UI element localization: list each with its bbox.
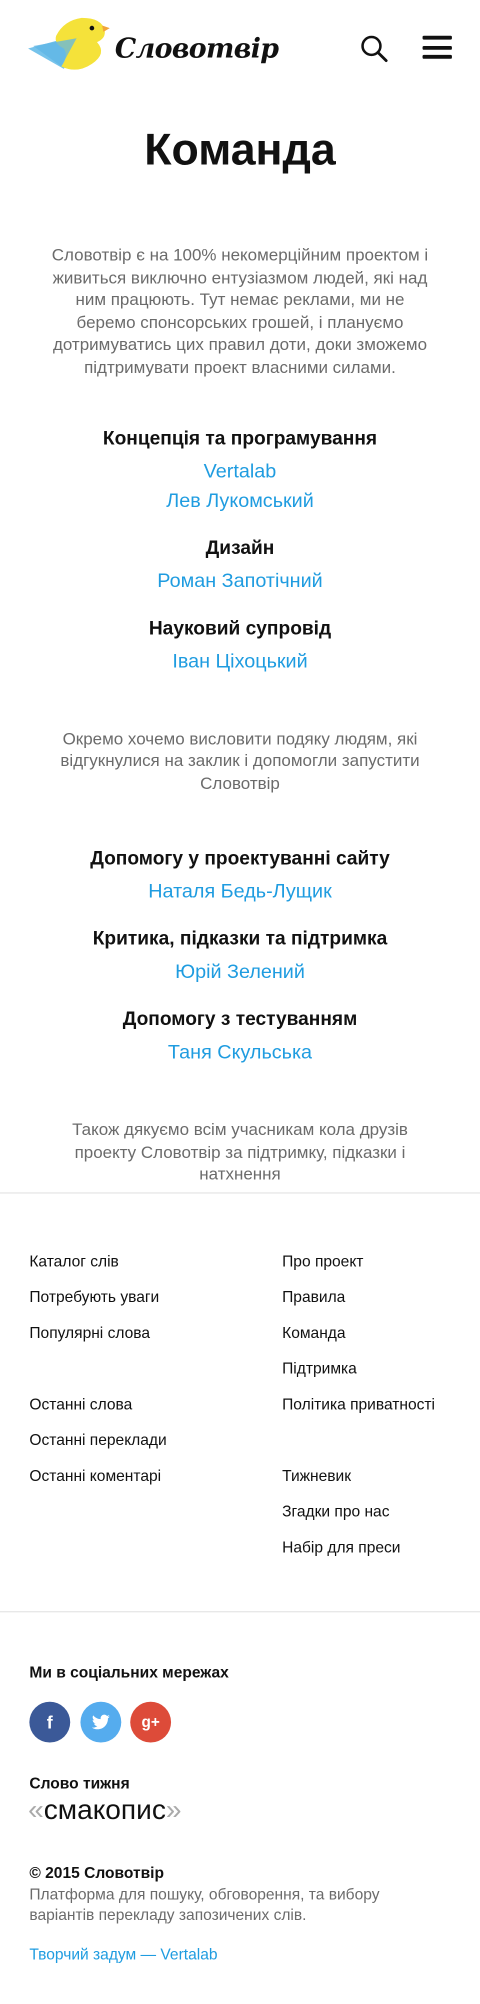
footer-link[interactable]: Підтримка bbox=[282, 1351, 435, 1387]
thanks-intro: Окремо хочемо висловити подяку людям, як… bbox=[60, 728, 420, 793]
role-title: Дизайн bbox=[205, 536, 275, 559]
tagline: Платформа для пошуку, обговорення, та ви… bbox=[29, 1885, 380, 1924]
credit-link[interactable]: Творчий задум — Vertalab bbox=[29, 1946, 217, 1964]
person-link[interactable]: Vertalab bbox=[0, 456, 480, 485]
team-credits: Концепція та програмування Vertalab Лев … bbox=[0, 425, 480, 676]
site-logo[interactable]: Словотвір bbox=[26, 15, 279, 79]
role-title: Допомогу з тестуванням bbox=[122, 1008, 358, 1031]
word-of-week-text: смакопис bbox=[43, 1793, 166, 1826]
word-of-week[interactable]: «смакопис» bbox=[28, 1794, 181, 1827]
menu-bar bbox=[422, 54, 452, 59]
role-title: Концепція та програмування bbox=[102, 427, 378, 449]
footer-divider bbox=[0, 1611, 480, 1613]
menu-bar bbox=[422, 35, 452, 40]
footer-link[interactable]: Правила bbox=[282, 1279, 435, 1315]
footer-link[interactable]: Політика приватності bbox=[282, 1386, 435, 1422]
footer-link[interactable]: Потребують уваги bbox=[29, 1279, 166, 1315]
logo-text: Словотвір bbox=[114, 31, 279, 64]
quote-close: » bbox=[165, 1793, 182, 1826]
footer-divider bbox=[0, 1192, 480, 1194]
footer-link[interactable]: Набір для преси bbox=[282, 1529, 435, 1565]
facebook-icon[interactable]: f bbox=[29, 1701, 71, 1743]
role-title: Науковий супровід bbox=[148, 617, 332, 640]
footer-link[interactable]: Популярні слова bbox=[29, 1315, 166, 1351]
copyright: © 2015 Словотвір bbox=[29, 1863, 165, 1882]
page-title: Команда bbox=[144, 125, 336, 175]
social-links: f g+ bbox=[29, 1701, 180, 1743]
intro-text: Словотвір є на 100% некомерційним проект… bbox=[51, 245, 429, 377]
team-page-content: Команда Словотвір є на 100% некомерційни… bbox=[0, 123, 480, 1186]
twitter-bird-glyph bbox=[91, 1714, 110, 1730]
menu-bar bbox=[422, 45, 452, 50]
person-link[interactable]: Лев Лукомський bbox=[0, 486, 480, 515]
footer-link[interactable]: Про проект bbox=[282, 1243, 435, 1279]
google-plus-icon[interactable]: g+ bbox=[130, 1701, 172, 1743]
person-link[interactable]: Іван Ціхоцький bbox=[0, 647, 480, 676]
role-title: Критика, підказки та підтримка bbox=[92, 928, 388, 950]
footer-nav-left: Каталог слів Потребують уваги Популярні … bbox=[29, 1243, 166, 1493]
person-link[interactable]: Юрій Зелений bbox=[0, 958, 480, 987]
social-title: Ми в соціальних мережах bbox=[29, 1663, 229, 1682]
thanks-outro: Також дякуємо всім учасникам кола друзів… bbox=[72, 1119, 408, 1184]
footer-link[interactable]: Останні слова bbox=[29, 1386, 166, 1422]
bird-logo-icon bbox=[28, 17, 110, 70]
footer-link[interactable]: Команда bbox=[282, 1315, 435, 1351]
footer-link[interactable]: Тижневик bbox=[282, 1458, 435, 1494]
search-button[interactable] bbox=[360, 34, 388, 63]
footer-link[interactable]: Останні коментарі bbox=[29, 1458, 166, 1494]
footer-nav-right: Про проект Правила Команда Підтримка Пол… bbox=[282, 1243, 435, 1565]
search-icon bbox=[361, 35, 388, 63]
person-link[interactable]: Таня Скульська bbox=[0, 1038, 480, 1067]
twitter-icon[interactable] bbox=[79, 1701, 121, 1743]
footer-link[interactable]: Згадки про нас bbox=[282, 1494, 435, 1530]
person-link[interactable]: Наталя Бедь-Лущик bbox=[0, 877, 480, 906]
word-of-week-title: Слово тижня bbox=[29, 1774, 130, 1793]
hamburger-menu-icon[interactable] bbox=[422, 35, 452, 59]
footer-link[interactable]: Каталог слів bbox=[29, 1243, 166, 1279]
quote-open: « bbox=[28, 1793, 44, 1826]
helper-credits: Допомогу у проектуванні сайту Наталя Бед… bbox=[0, 845, 480, 1067]
site-header: Словотвір bbox=[0, 0, 480, 100]
role-title: Допомогу у проектуванні сайту bbox=[90, 847, 390, 870]
person-link[interactable]: Роман Запотічний bbox=[0, 566, 480, 595]
footer-link[interactable]: Останні переклади bbox=[29, 1422, 166, 1458]
